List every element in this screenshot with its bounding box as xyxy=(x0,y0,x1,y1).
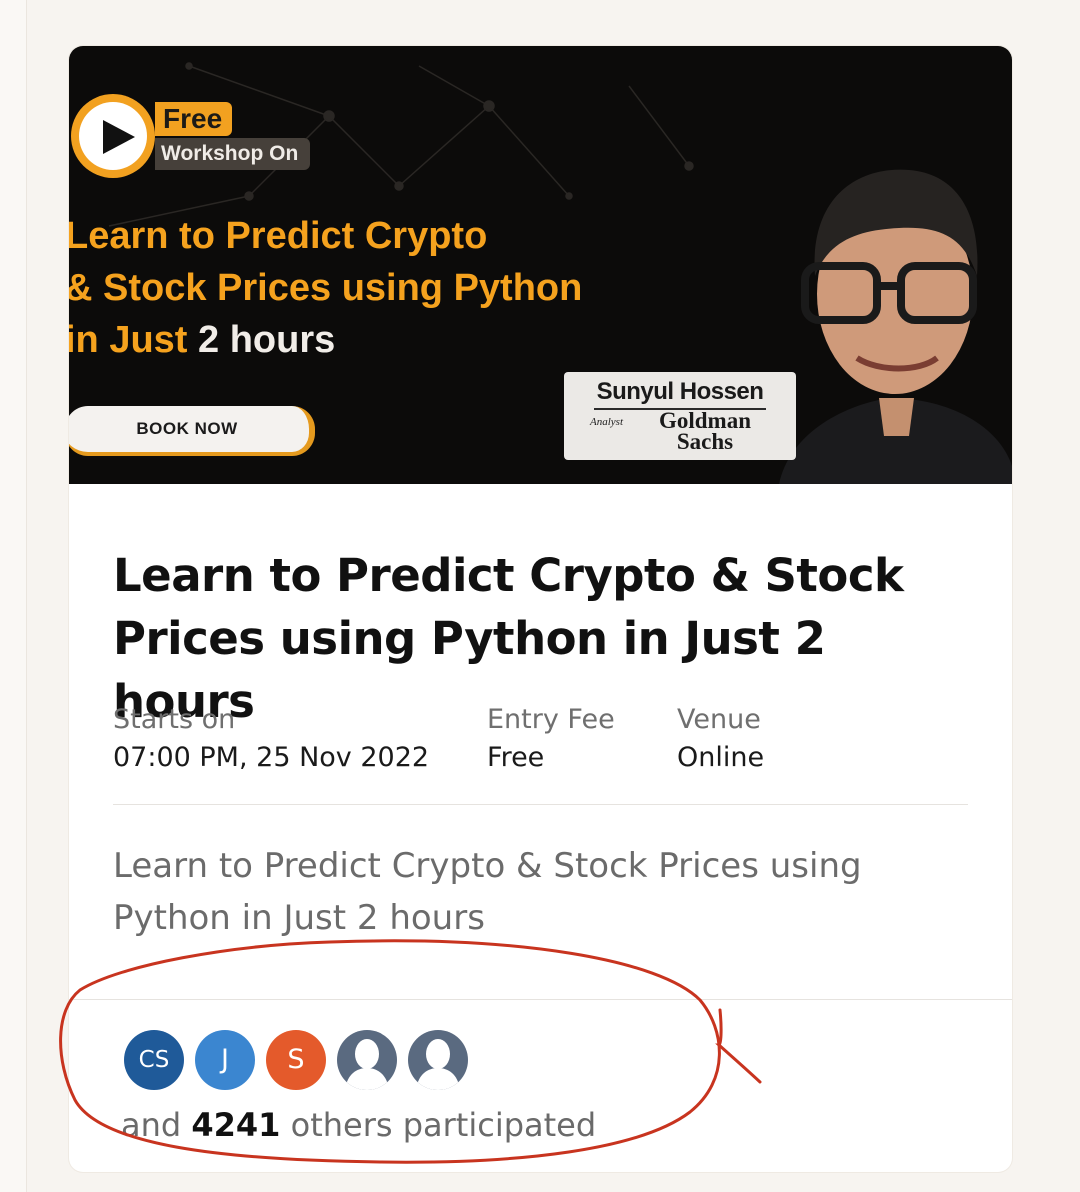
person-silhouette-icon xyxy=(408,1030,468,1090)
speaker-name: Sunyul Hossen xyxy=(596,378,764,405)
venue-value: Online xyxy=(677,742,765,773)
banner-headline-line1: Learn to Predict Crypto xyxy=(69,215,488,257)
avatar-cs: CS xyxy=(124,1030,184,1090)
entry-fee-value: Free xyxy=(487,742,545,773)
meta-divider xyxy=(113,804,968,805)
event-description: Learn to Predict Crypto & Stock Prices u… xyxy=(113,846,862,938)
starts-on-label: Starts on xyxy=(113,704,236,735)
participants-divider xyxy=(69,999,1012,1000)
entry-fee-label: Entry Fee xyxy=(487,704,615,735)
avatar-j: J xyxy=(195,1030,255,1090)
banner-headline-line2: & Stock Prices using Python xyxy=(69,267,583,309)
starts-on-value: 07:00 PM, 25 Nov 2022 xyxy=(113,742,430,773)
speaker-photo xyxy=(779,169,1012,484)
page-left-edge xyxy=(0,0,27,1192)
person-silhouette-icon xyxy=(337,1030,397,1090)
goldman-sachs-logo: Goldman Sachs xyxy=(658,408,752,454)
speaker-role: Analyst xyxy=(590,416,623,428)
event-card[interactable]: Free Workshop On Learn to Predict Crypto… xyxy=(69,46,1012,1172)
avatar-s: S xyxy=(266,1030,326,1090)
workshop-badge: Workshop On xyxy=(155,138,311,170)
participants-text: and 4241 others participated xyxy=(121,1106,597,1144)
venue-label: Venue xyxy=(677,704,761,735)
participants-count: 4241 xyxy=(191,1106,281,1144)
free-badge: Free xyxy=(155,102,233,136)
banner-headline-line3: in Just 2 hours xyxy=(69,319,336,361)
banner-headline: Learn to Predict Crypto & Stock Prices u… xyxy=(69,210,665,366)
play-icon xyxy=(71,94,155,178)
speaker-card: Sunyul Hossen Analyst Goldman Sachs xyxy=(564,372,796,460)
book-now-button[interactable]: BOOK NOW xyxy=(69,406,315,456)
event-banner-image[interactable]: Free Workshop On Learn to Predict Crypto… xyxy=(69,46,1012,484)
